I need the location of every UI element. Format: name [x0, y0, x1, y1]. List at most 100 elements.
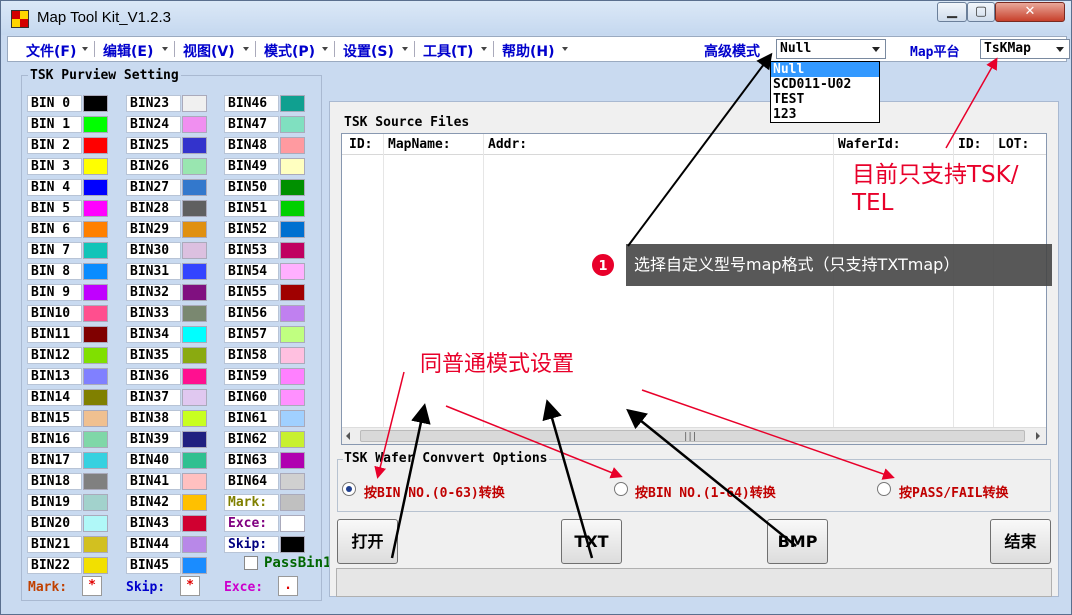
- bin-color-swatch[interactable]: [182, 536, 207, 553]
- symbol-input[interactable]: *: [82, 576, 102, 596]
- bin-color-swatch[interactable]: [280, 95, 305, 112]
- bin-color-swatch[interactable]: [83, 326, 108, 343]
- bin-color-swatch[interactable]: [83, 242, 108, 259]
- bin-color-swatch[interactable]: [182, 515, 207, 532]
- bin-color-swatch[interactable]: [83, 410, 108, 427]
- symbol-input[interactable]: .: [278, 576, 298, 596]
- scroll-right-icon[interactable]: [1036, 432, 1040, 440]
- column-header[interactable]: ID:: [958, 137, 981, 152]
- bin-color-swatch[interactable]: [83, 137, 108, 154]
- menu-settings[interactable]: 设置(S): [343, 41, 394, 61]
- special-color-swatch[interactable]: [280, 536, 305, 553]
- open-button[interactable]: 打开: [337, 519, 398, 564]
- bin-color-swatch[interactable]: [83, 284, 108, 301]
- radio-label[interactable]: 按BIN NO.(0-63)转换: [364, 482, 505, 501]
- dropdown-option[interactable]: TEST: [771, 92, 879, 107]
- radio-pass-fail[interactable]: [877, 482, 891, 496]
- minimize-button[interactable]: ▁: [937, 2, 967, 22]
- bin-color-swatch[interactable]: [182, 116, 207, 133]
- end-button[interactable]: 结束: [990, 519, 1051, 564]
- bin-color-swatch[interactable]: [83, 557, 108, 574]
- bin-color-swatch[interactable]: [280, 326, 305, 343]
- menu-edit[interactable]: 编辑(E): [103, 41, 153, 61]
- bin-color-swatch[interactable]: [280, 452, 305, 469]
- bin-color-swatch[interactable]: [280, 158, 305, 175]
- close-button[interactable]: ✕: [995, 2, 1065, 22]
- dropdown-option[interactable]: Null: [771, 62, 879, 77]
- bin-color-swatch[interactable]: [182, 263, 207, 280]
- bin-color-swatch[interactable]: [83, 431, 108, 448]
- bin-color-swatch[interactable]: [83, 473, 108, 490]
- bin-color-swatch[interactable]: [182, 557, 207, 574]
- radio-bin-1-64[interactable]: [614, 482, 628, 496]
- bin-color-swatch[interactable]: [280, 116, 305, 133]
- scroll-left-icon[interactable]: [346, 432, 350, 440]
- bin-color-swatch[interactable]: [280, 431, 305, 448]
- bin-color-swatch[interactable]: [83, 305, 108, 322]
- bin-color-swatch[interactable]: [280, 179, 305, 196]
- scrollbar-thumb[interactable]: |||: [360, 430, 1025, 442]
- bin-color-swatch[interactable]: [280, 368, 305, 385]
- map-platform-select[interactable]: TsKMap: [980, 39, 1070, 59]
- bin-color-swatch[interactable]: [83, 179, 108, 196]
- bin-color-swatch[interactable]: [182, 368, 207, 385]
- bin-color-swatch[interactable]: [182, 179, 207, 196]
- bmp-button[interactable]: BMP: [767, 519, 828, 564]
- menu-mode[interactable]: 模式(P): [264, 41, 315, 61]
- column-header[interactable]: Addr:: [488, 137, 527, 152]
- bin-color-swatch[interactable]: [280, 221, 305, 238]
- menu-view[interactable]: 视图(V): [183, 41, 235, 61]
- bin-color-swatch[interactable]: [83, 200, 108, 217]
- txt-button[interactable]: TXT: [561, 519, 622, 564]
- maximize-button[interactable]: ▢: [967, 2, 995, 22]
- bin-color-swatch[interactable]: [182, 200, 207, 217]
- bin-color-swatch[interactable]: [182, 389, 207, 406]
- bin-color-swatch[interactable]: [182, 95, 207, 112]
- bin-color-swatch[interactable]: [83, 515, 108, 532]
- bin-color-swatch[interactable]: [83, 368, 108, 385]
- passbin-checkbox[interactable]: [244, 556, 258, 570]
- column-header[interactable]: LOT:: [998, 137, 1029, 152]
- menu-help[interactable]: 帮助(H): [502, 41, 555, 61]
- bin-color-swatch[interactable]: [83, 95, 108, 112]
- bin-color-swatch[interactable]: [182, 242, 207, 259]
- bin-color-swatch[interactable]: [280, 137, 305, 154]
- bin-color-swatch[interactable]: [280, 200, 305, 217]
- chevron-down-icon[interactable]: [1052, 41, 1068, 57]
- horizontal-scrollbar[interactable]: |||: [342, 427, 1046, 444]
- bin-color-swatch[interactable]: [280, 473, 305, 490]
- bin-color-swatch[interactable]: [83, 221, 108, 238]
- bin-color-swatch[interactable]: [182, 137, 207, 154]
- column-header[interactable]: ID:: [349, 137, 372, 152]
- dropdown-option[interactable]: 123: [771, 107, 879, 122]
- bin-color-swatch[interactable]: [182, 221, 207, 238]
- column-header[interactable]: MapName:: [388, 137, 451, 152]
- bin-color-swatch[interactable]: [182, 347, 207, 364]
- bin-color-swatch[interactable]: [83, 116, 108, 133]
- bin-color-swatch[interactable]: [83, 494, 108, 511]
- bin-color-swatch[interactable]: [182, 494, 207, 511]
- bin-color-swatch[interactable]: [83, 389, 108, 406]
- bin-color-swatch[interactable]: [280, 263, 305, 280]
- bin-color-swatch[interactable]: [280, 305, 305, 322]
- bin-color-swatch[interactable]: [83, 452, 108, 469]
- title-bar[interactable]: Map Tool Kit_V1.2.3 ▁ ▢ ✕: [1, 1, 1071, 35]
- symbol-input[interactable]: *: [180, 576, 200, 596]
- bin-color-swatch[interactable]: [83, 263, 108, 280]
- radio-label[interactable]: 按BIN NO.(1-64)转换: [635, 482, 776, 501]
- bin-color-swatch[interactable]: [83, 158, 108, 175]
- bin-color-swatch[interactable]: [280, 410, 305, 427]
- bin-color-swatch[interactable]: [182, 473, 207, 490]
- chevron-down-icon[interactable]: [868, 41, 884, 57]
- bin-color-swatch[interactable]: [280, 242, 305, 259]
- bin-color-swatch[interactable]: [182, 410, 207, 427]
- dropdown-option[interactable]: SCD011-U02: [771, 77, 879, 92]
- column-header[interactable]: WaferId:: [838, 137, 901, 152]
- bin-color-swatch[interactable]: [83, 347, 108, 364]
- bin-color-swatch[interactable]: [182, 431, 207, 448]
- bin-color-swatch[interactable]: [182, 452, 207, 469]
- radio-label[interactable]: 按PASS/FAIL转换: [899, 482, 1008, 501]
- bin-color-swatch[interactable]: [280, 389, 305, 406]
- menu-file[interactable]: 文件(F): [26, 41, 76, 61]
- bin-color-swatch[interactable]: [182, 284, 207, 301]
